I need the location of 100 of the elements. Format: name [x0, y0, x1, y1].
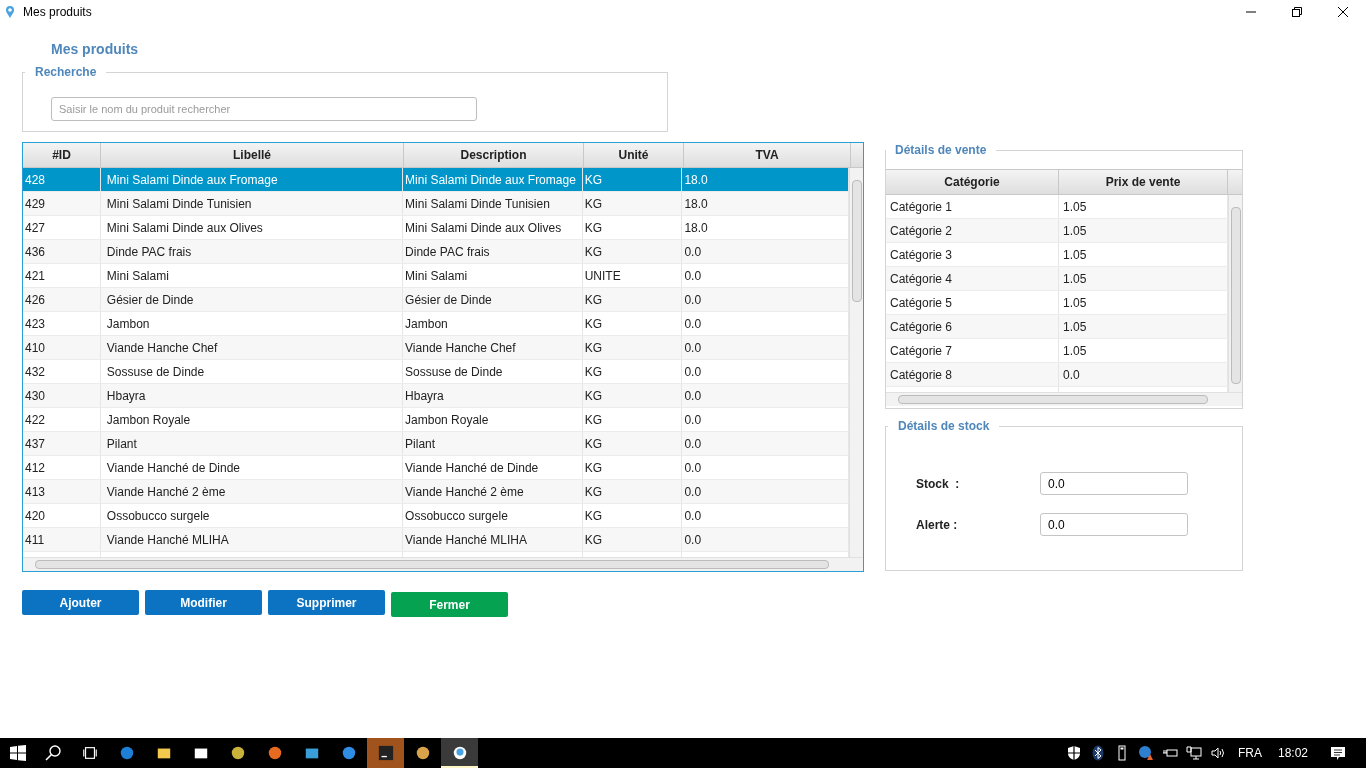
column-header[interactable]: TVA	[684, 143, 851, 167]
input-field[interactable]: 0.0	[1040, 513, 1188, 536]
table-row[interactable]: 436 Dinde PAC frais Dinde PAC frais KG 0.0	[23, 240, 849, 264]
table-row[interactable]: 426 Gésier de Dinde Gésier de Dinde KG 0.0	[23, 288, 849, 312]
table-cell: KG	[582, 192, 683, 215]
table-cell: 428	[23, 168, 101, 191]
horizontal-scrollbar[interactable]	[886, 392, 1242, 406]
action-button[interactable]: Supprimer	[268, 590, 385, 615]
section-legend: Détails de stock	[888, 419, 1000, 433]
table-cell: KG	[582, 216, 683, 239]
table-cell: Jambon	[403, 312, 583, 335]
table-row[interactable]: 427 Mini Salami Dinde aux Olives Mini Salami Dinde aux Olives KG 18.0	[23, 216, 849, 240]
table-cell: Jambon Royale	[403, 408, 583, 431]
table-cell: Mini Salami Dinde Tunisien	[403, 192, 583, 215]
vertical-scrollbar[interactable]	[849, 168, 863, 557]
language-indicator[interactable]: FRA	[1237, 746, 1262, 760]
network-icon[interactable]	[1185, 745, 1202, 761]
table-row[interactable]: 430 Hbayra Hbayra KG 0.0	[23, 384, 849, 408]
table-cell: Viande Hanché de Dinde	[100, 456, 404, 479]
table-cell: 427	[23, 216, 101, 239]
table-cell: KG	[582, 168, 683, 191]
table-cell: 411	[23, 528, 101, 551]
column-header[interactable]: Libellé	[101, 143, 404, 167]
table-cell: Catégorie 7	[886, 339, 1059, 362]
column-header[interactable]: Prix de vente	[1059, 170, 1228, 194]
table-cell: KG	[582, 336, 683, 359]
table-cell: KG	[582, 288, 683, 311]
table-cell: 420	[23, 504, 101, 527]
table-cell: 410	[23, 336, 101, 359]
table-cell: Mini Salami	[403, 264, 583, 287]
speaker-icon[interactable]	[1209, 745, 1226, 761]
table-cell: Mini Salami Dinde aux Fromage	[100, 168, 404, 191]
table-row[interactable]: 423 Jambon Jambon KG 0.0	[23, 312, 849, 336]
table-cell: Viande Hanché de Dinde	[403, 456, 583, 479]
table-cell: KG	[582, 456, 683, 479]
table-cell: Jambon	[100, 312, 404, 335]
column-header[interactable]: Description	[404, 143, 584, 167]
table-cell: 432	[23, 360, 101, 383]
table-cell: Catégorie 5	[886, 291, 1059, 314]
table-cell: UNITE	[582, 264, 683, 287]
warning-badge-icon[interactable]	[1137, 745, 1154, 761]
table-cell: KG	[582, 480, 683, 503]
table-row[interactable]: 412 Viande Hanché de Dinde Viande Hanché de Dinde KG 0.0	[23, 456, 849, 480]
table-cell: Sossuse de Dinde	[100, 360, 404, 383]
clock[interactable]: 18:02	[1277, 746, 1308, 760]
window-title: Mes produits	[23, 5, 92, 19]
table-row[interactable]: 413 Viande Hanché 2 ème Viande Hanché 2 ème KG 0.0	[23, 480, 849, 504]
table-cell: 413	[23, 480, 101, 503]
app-icon	[5, 5, 15, 19]
field-label: Stock :	[916, 476, 961, 491]
table-cell: Ossobucco surgele	[100, 504, 404, 527]
table-cell: 426	[23, 288, 101, 311]
shield-icon[interactable]	[1065, 745, 1082, 761]
table-cell: 412	[23, 456, 101, 479]
vertical-scrollbar[interactable]	[1228, 195, 1242, 392]
table-cell: KG	[582, 432, 683, 455]
table-row[interactable]: 422 Jambon Royale Jambon Royale KG 0.0	[23, 408, 849, 432]
table-cell: 429	[23, 192, 101, 215]
table-cell: KG	[582, 312, 683, 335]
table-row[interactable]: 411 Viande Hanché MLIHA Viande Hanché MLIHA KG 0.0	[23, 528, 849, 552]
table-row[interactable]: 410 Viande Hanche Chef Viande Hanche Chef KG 0.0	[23, 336, 849, 360]
notifications-icon[interactable]	[1330, 745, 1346, 761]
table-cell: Mini Salami Dinde Tunisien	[100, 192, 404, 215]
table-row[interactable]: 432 Sossuse de Dinde Sossuse de Dinde KG 0.0	[23, 360, 849, 384]
table-cell: Dinde PAC frais	[403, 240, 583, 263]
table-cell: Viande Hanche Chef	[100, 336, 404, 359]
horizontal-scrollbar[interactable]	[23, 557, 863, 571]
table-cell: Catégorie 6	[886, 315, 1059, 338]
table-cell: 430	[23, 384, 101, 407]
search-field[interactable]: Saisir le nom du produit rechercher	[51, 97, 477, 121]
table-cell: Catégorie 4	[886, 267, 1059, 290]
table-row[interactable]: 429 Mini Salami Dinde Tunisien Mini Salami Dinde Tunisien KG 18.0	[23, 192, 849, 216]
table-cell: Viande Hanché 2 ème	[100, 480, 404, 503]
table-cell: Hbayra	[403, 384, 583, 407]
table-row[interactable]: 420 Ossobucco surgele Ossobucco surgele KG 0.0	[23, 504, 849, 528]
table-cell: Sossuse de Dinde	[403, 360, 583, 383]
table-cell: KG	[582, 528, 683, 551]
table-cell: Mini Salami Dinde aux Olives	[100, 216, 404, 239]
table-cell: Viande Hanché MLIHA	[100, 528, 404, 551]
action-button[interactable]: Ajouter	[22, 590, 139, 615]
table-cell: Pilant	[100, 432, 404, 455]
table-cell: Mini Salami Dinde aux Fromage	[403, 168, 583, 191]
table-cell: KG	[582, 384, 683, 407]
table-cell: 437	[23, 432, 101, 455]
input-field[interactable]: 0.0	[1040, 472, 1188, 495]
column-header[interactable]: Catégorie	[886, 170, 1059, 194]
table-cell: Catégorie 1	[886, 195, 1059, 218]
table-row[interactable]: 437 Pilant Pilant KG 0.0	[23, 432, 849, 456]
table-cell: Jambon Royale	[100, 408, 404, 431]
action-button[interactable]: Modifier	[145, 590, 262, 615]
table-cell: Catégorie 8	[886, 363, 1059, 386]
section-legend: Détails de vente	[886, 143, 997, 157]
restore-icon	[1292, 7, 1302, 17]
table-cell: Pilant	[403, 432, 583, 455]
table-cell: Hbayra	[100, 384, 404, 407]
table-cell: Mini Salami Dinde aux Olives	[403, 216, 583, 239]
table-row[interactable]: 421 Mini Salami Mini Salami UNITE 0.0	[23, 264, 849, 288]
table-cell: KG	[582, 240, 683, 263]
column-header[interactable]: #ID	[23, 143, 101, 167]
column-header[interactable]: Unité	[584, 143, 684, 167]
